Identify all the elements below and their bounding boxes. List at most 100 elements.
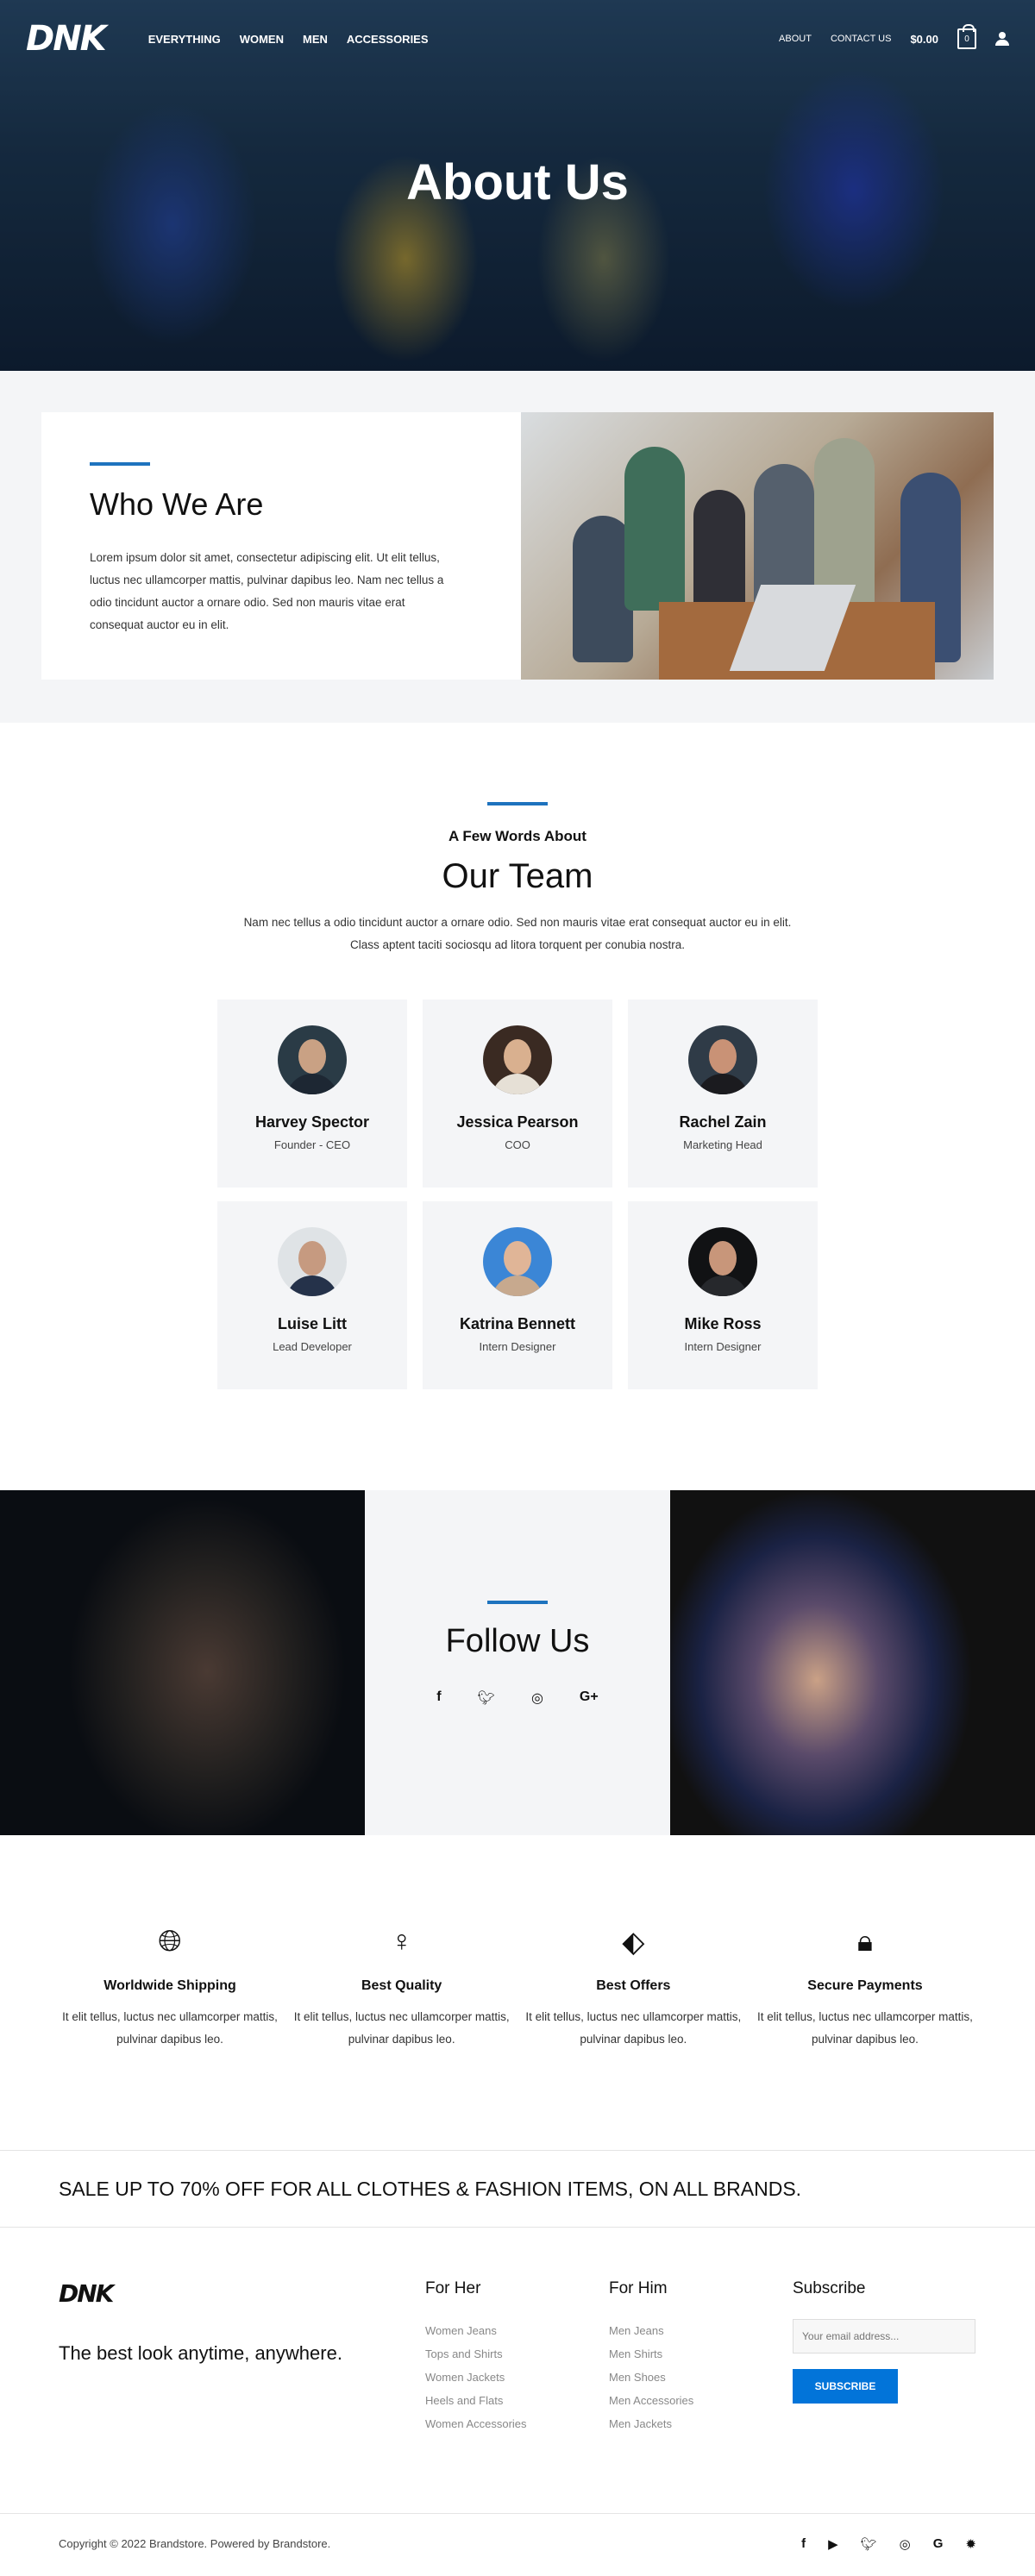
feature-title: Worldwide Shipping [104, 1978, 236, 1993]
footer-logo[interactable]: DNK [59, 2279, 425, 2308]
follow-photo-right [670, 1490, 1035, 1835]
team-photo [521, 412, 994, 680]
feature-item: 🌐︎ Worldwide Shipping It elit tellus, lu… [62, 1925, 278, 2150]
facebook-icon[interactable]: f [436, 1689, 441, 1707]
member-name: Jessica Pearson [456, 1113, 579, 1131]
footer-col-for-her: For Her Women Jeans Tops and Shirts Wome… [425, 2279, 609, 2513]
feature-item: ♀ Best Quality It elit tellus, luctus ne… [294, 1925, 510, 2150]
price-tag-icon: ⬖ [622, 1926, 645, 1959]
member-name: Rachel Zain [679, 1113, 767, 1131]
feature-title: Secure Payments [807, 1978, 923, 1993]
site-footer: DNK The best look anytime, anywhere. For… [0, 2228, 1035, 2573]
feature-item: 🔒︎ Secure Payments It elit tellus, luctu… [757, 1925, 973, 2150]
feature-title: Best Offers [596, 1978, 671, 1993]
footer-col-title: Subscribe [793, 2279, 866, 2297]
team-member-card: Luise Litt Lead Developer [217, 1201, 407, 1389]
team-member-card: Harvey Spector Founder - CEO [217, 1000, 407, 1188]
team-section: A Few Words About Our Team Nam nec tellu… [0, 723, 1035, 1490]
feature-item: ⬖ Best Offers It elit tellus, luctus nec… [525, 1925, 741, 2150]
email-field[interactable] [793, 2319, 975, 2353]
accent-divider [487, 802, 548, 805]
site-logo[interactable]: DNK [26, 19, 107, 59]
follow-us-section: Follow Us f 🐦︎ ◎ G+ [0, 1490, 1035, 1835]
google-plus-icon[interactable]: G+ [580, 1689, 599, 1707]
avatar [278, 1227, 347, 1296]
google-icon[interactable]: G [933, 2536, 944, 2552]
who-we-are-section: Who We Are Lorem ipsum dolor sit amet, c… [0, 371, 1035, 723]
team-subtitle: A Few Words About [448, 828, 586, 844]
follow-us-panel: Follow Us f 🐦︎ ◎ G+ [365, 1490, 670, 1835]
secondary-menu: ABOUT CONTACT US $0.00 0 [779, 24, 1009, 49]
yelp-icon[interactable]: ✹ [965, 2536, 976, 2552]
mannequin-icon: ♀ [390, 1925, 413, 1958]
footer-link[interactable]: Women Jackets [425, 2371, 505, 2384]
hero-banner: DNK EVERYTHING WOMEN MEN ACCESSORIES ABO… [0, 0, 1035, 371]
footer-link[interactable]: Men Jackets [609, 2417, 672, 2430]
member-role: Lead Developer [273, 1340, 352, 1353]
shopping-bag-icon[interactable]: 0 [957, 24, 976, 49]
feature-text: It elit tellus, luctus nec ullamcorper m… [525, 2010, 742, 2046]
menu-item-men[interactable]: MEN [303, 33, 328, 46]
twitter-icon[interactable]: 🐦︎ [861, 2536, 877, 2552]
footer-brand: DNK The best look anytime, anywhere. [59, 2279, 425, 2513]
features-section: 🌐︎ Worldwide Shipping It elit tellus, lu… [0, 1835, 1035, 2150]
member-role: Founder - CEO [273, 1138, 351, 1151]
sale-text: SALE UP TO 70% OFF FOR ALL CLOTHES & FAS… [59, 2177, 802, 2200]
feature-text: It elit tellus, luctus nec ullamcorper m… [293, 2010, 510, 2046]
avatar [278, 1025, 347, 1094]
menu-item-contact[interactable]: CONTACT US [831, 34, 892, 44]
accent-divider [487, 1601, 548, 1604]
member-role: Intern Designer [479, 1340, 556, 1353]
copyright-text: Copyright © 2022 Brandstore. Powered by … [59, 2537, 331, 2550]
team-member-card: Mike Ross Intern Designer [628, 1201, 818, 1389]
subscribe-button[interactable]: SUBSCRIBE [793, 2369, 898, 2404]
footer-top: DNK The best look anytime, anywhere. For… [0, 2228, 1035, 2513]
footer-link[interactable]: Women Jeans [425, 2324, 497, 2337]
member-name: Mike Ross [684, 1315, 762, 1332]
instagram-icon[interactable]: ◎ [900, 2536, 911, 2552]
who-we-are-title: Who We Are [90, 486, 264, 522]
instagram-icon[interactable]: ◎ [531, 1689, 543, 1707]
menu-item-everything[interactable]: EVERYTHING [148, 33, 221, 46]
member-name: Katrina Bennett [459, 1315, 575, 1332]
menu-item-accessories[interactable]: ACCESSORIES [347, 33, 429, 46]
facebook-icon[interactable]: f [801, 2536, 806, 2552]
avatar [688, 1025, 757, 1094]
feature-text: It elit tellus, luctus nec ullamcorper m… [62, 2010, 278, 2046]
team-member-card: Rachel Zain Marketing Head [628, 1000, 818, 1188]
footer-link[interactable]: Men Jeans [609, 2324, 664, 2337]
main-nav: DNK EVERYTHING WOMEN MEN ACCESSORIES ABO… [0, 0, 1035, 78]
footer-col-title: For Her [425, 2279, 481, 2297]
follow-photo-left [0, 1490, 365, 1835]
page-title: About Us [406, 154, 629, 210]
team-member-card: Jessica Pearson COO [423, 1000, 612, 1188]
footer-link[interactable]: Tops and Shirts [425, 2347, 503, 2360]
avatar [483, 1227, 552, 1296]
team-description-line-1: Nam nec tellus a odio tincidunt auctor a… [243, 916, 792, 929]
team-grid: Harvey Spector Founder - CEO Jessica Pea… [217, 1000, 818, 1389]
sale-banner: SALE UP TO 70% OFF FOR ALL CLOTHES & FAS… [0, 2150, 1035, 2228]
youtube-icon[interactable]: ▶ [828, 2536, 838, 2552]
team-member-card: Katrina Bennett Intern Designer [423, 1201, 612, 1389]
footer-tagline: The best look anytime, anywhere. [59, 2342, 342, 2364]
who-we-are-text: Lorem ipsum dolor sit amet, consectetur … [90, 551, 444, 631]
footer-link[interactable]: Women Accessories [425, 2417, 527, 2430]
footer-link[interactable]: Men Shoes [609, 2371, 666, 2384]
cart-total[interactable]: $0.00 [910, 33, 938, 46]
footer-link[interactable]: Men Accessories [609, 2394, 693, 2407]
footer-col-for-him: For Him Men Jeans Men Shirts Men Shoes M… [609, 2279, 793, 2513]
menu-item-about[interactable]: ABOUT [779, 34, 812, 44]
twitter-icon[interactable]: 🐦︎ [478, 1689, 495, 1707]
team-description-line-2: Class aptent taciti sociosqu ad litora t… [350, 938, 685, 951]
footer-link[interactable]: Heels and Flats [425, 2394, 503, 2407]
accent-divider [90, 462, 150, 466]
member-name: Luise Litt [278, 1315, 347, 1332]
lock-icon: 🔒︎ [856, 1925, 874, 1958]
cart-count: 0 [964, 34, 969, 44]
team-title: Our Team [442, 857, 593, 895]
member-name: Harvey Spector [254, 1113, 370, 1131]
user-icon[interactable] [995, 32, 1009, 46]
globe-icon: 🌐︎ [158, 1925, 182, 1958]
menu-item-women[interactable]: WOMEN [240, 33, 284, 46]
footer-link[interactable]: Men Shirts [609, 2347, 662, 2360]
